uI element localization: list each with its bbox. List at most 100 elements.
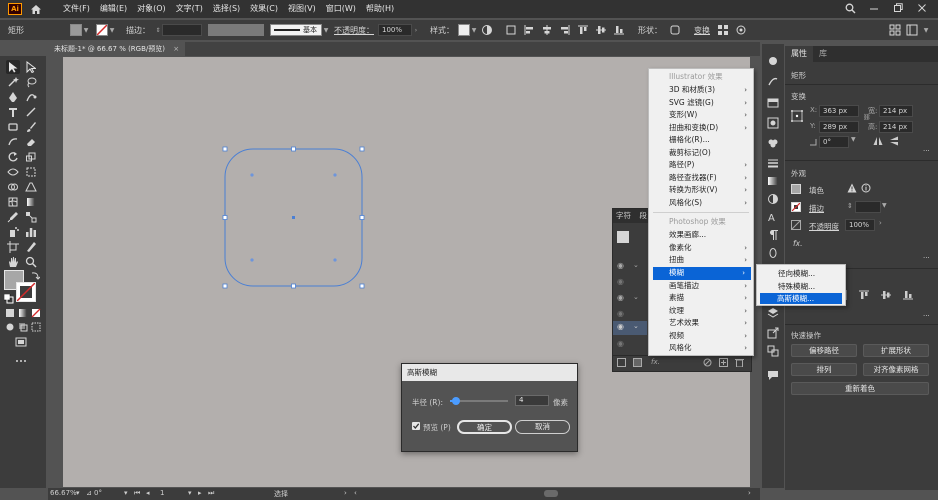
flip-horizontal-icon[interactable] (873, 136, 883, 148)
comments-panel-icon[interactable] (766, 368, 780, 382)
stroke-color-swatch[interactable] (16, 282, 36, 302)
align-middle-icon[interactable] (881, 290, 891, 302)
menu-window[interactable]: 窗口(W) (321, 0, 361, 18)
width-field[interactable]: 214 px (879, 105, 913, 117)
isolate-icon[interactable] (734, 23, 748, 37)
chevron-right-icon[interactable]: › (344, 489, 347, 497)
more-options-icon[interactable]: ··· (923, 147, 930, 155)
line-segment-tool-icon[interactable] (24, 105, 38, 119)
scale-tool-icon[interactable] (24, 150, 38, 164)
zoom-tool-icon[interactable] (24, 255, 38, 269)
previous-artboard-icon[interactable]: ◂ (146, 489, 150, 497)
info-icon[interactable] (861, 183, 871, 195)
pen-tool-icon[interactable] (6, 90, 20, 104)
visibility-eye-icon[interactable]: ◉ (617, 339, 624, 348)
bounding-handle[interactable] (359, 146, 365, 152)
tab-close-icon[interactable]: × (173, 45, 179, 53)
duplicate-icon[interactable] (633, 358, 642, 369)
gradient-panel-icon[interactable] (766, 174, 780, 188)
character-panel-icon[interactable]: A (766, 210, 780, 224)
chevron-down-icon[interactable]: ⌄ (633, 322, 639, 330)
menu-item-warp[interactable]: 变形(W) › (649, 109, 753, 122)
opentype-panel-icon[interactable] (766, 246, 780, 260)
curvature-tool-icon[interactable] (24, 90, 38, 104)
type-tool-icon[interactable] (6, 105, 20, 119)
workspace-switcher-icon[interactable] (906, 23, 920, 37)
menu-item-rasterize[interactable]: 栅格化(R)... (649, 134, 753, 147)
menu-item-effect-gallery[interactable]: 效果画廊... (649, 229, 753, 242)
align-to-icon[interactable] (504, 23, 518, 37)
chevron-down-icon[interactable]: ▼ (851, 136, 856, 143)
more-tools-icon[interactable] (14, 354, 28, 368)
shape-properties-icon[interactable] (668, 23, 682, 37)
symbol-sprayer-tool-icon[interactable] (6, 225, 20, 239)
draw-inside-icon[interactable] (29, 320, 43, 334)
swap-colors-icon[interactable] (28, 268, 42, 282)
menu-item-crop-marks[interactable]: 裁剪标记(O) (649, 147, 753, 160)
fx-icon[interactable]: fx. (793, 239, 802, 248)
angle-field[interactable]: 0° (819, 136, 849, 148)
menu-item-brush-strokes[interactable]: 画笔描边 › (649, 280, 753, 293)
stepper-icon[interactable]: ⇕ (847, 202, 853, 210)
graphic-styles-panel-icon[interactable] (766, 116, 780, 130)
constrain-proportions-icon[interactable]: ⛓ (863, 114, 871, 121)
align-top-icon[interactable] (576, 23, 590, 37)
brush-definition[interactable]: 基本 (270, 24, 322, 36)
radius-slider-thumb[interactable] (452, 397, 461, 405)
more-options-icon[interactable]: ··· (923, 254, 930, 262)
paintbrush-tool-icon[interactable] (24, 120, 38, 134)
magic-wand-tool-icon[interactable] (6, 75, 20, 89)
first-artboard-icon[interactable]: ⏮ (134, 489, 140, 498)
corner-widget[interactable] (250, 258, 254, 262)
stroke-panel-icon[interactable] (766, 156, 780, 170)
tab-character[interactable]: 字符 (613, 209, 634, 223)
opacity-label[interactable]: 不透明度： (330, 25, 378, 36)
chevron-right-icon[interactable]: › (412, 27, 420, 34)
transparency-panel-icon[interactable] (766, 192, 780, 206)
mesh-tool-icon[interactable] (6, 195, 20, 209)
x-field[interactable]: 363 px (819, 105, 859, 117)
fill-swatch[interactable] (70, 24, 82, 36)
minimize-icon[interactable] (868, 2, 880, 14)
column-graph-tool-icon[interactable] (24, 225, 38, 239)
fx-icon[interactable]: fx. (651, 358, 660, 366)
color-mode-icon[interactable] (3, 306, 17, 320)
offset-path-button[interactable]: 偏移路径 (791, 344, 857, 357)
menu-item-3d[interactable]: 3D 和材质(3) › (649, 84, 753, 97)
swatches-panel-icon[interactable] (766, 96, 780, 110)
menu-item-blur[interactable]: 模糊 › (653, 267, 751, 280)
blend-tool-icon[interactable] (24, 210, 38, 224)
restore-icon[interactable] (892, 2, 904, 14)
visibility-eye-icon[interactable]: ◉ (617, 322, 624, 331)
align-middle-icon[interactable] (594, 23, 608, 37)
arrange-button[interactable]: 排列 (791, 363, 857, 376)
expand-shape-button[interactable]: 扩展形状 (863, 344, 929, 357)
selection-tool-icon[interactable] (6, 60, 20, 74)
align-bottom-icon[interactable] (903, 290, 913, 302)
tab-properties[interactable]: 属性 (785, 46, 813, 62)
last-artboard-icon[interactable]: ⏭ (208, 489, 214, 498)
menu-item-pathfinder[interactable]: 路径查找器(F) › (649, 172, 753, 185)
variable-width-profile[interactable] (208, 24, 264, 36)
default-colors-icon[interactable] (2, 292, 16, 306)
search-icon[interactable] (844, 2, 856, 14)
y-field[interactable]: 289 px (819, 121, 859, 133)
fill-swatch[interactable] (791, 184, 801, 194)
paragraph-panel-icon[interactable] (766, 228, 780, 242)
reference-point-icon[interactable] (791, 110, 803, 124)
brushes-panel-icon[interactable] (766, 74, 780, 88)
rectangle-tool-icon[interactable] (6, 120, 20, 134)
corner-widget[interactable] (333, 258, 337, 262)
chevron-down-icon[interactable]: ▾ (124, 489, 128, 497)
scroll-right-icon[interactable]: › (748, 489, 751, 497)
export-panel-icon[interactable] (766, 326, 780, 340)
menu-item-radial-blur[interactable]: 径向模糊... (760, 268, 842, 279)
flip-vertical-icon[interactable] (889, 136, 899, 148)
horizontal-scrollbar-thumb[interactable] (544, 490, 558, 497)
chevron-down-icon[interactable]: ▼ (108, 27, 116, 34)
align-center-icon[interactable] (540, 23, 554, 37)
chevron-down-icon[interactable]: ▾ (76, 489, 80, 497)
visibility-eye-icon[interactable]: ◉ (617, 261, 624, 270)
add-new-icon[interactable] (719, 358, 728, 369)
chevron-right-icon[interactable]: › (879, 219, 882, 227)
